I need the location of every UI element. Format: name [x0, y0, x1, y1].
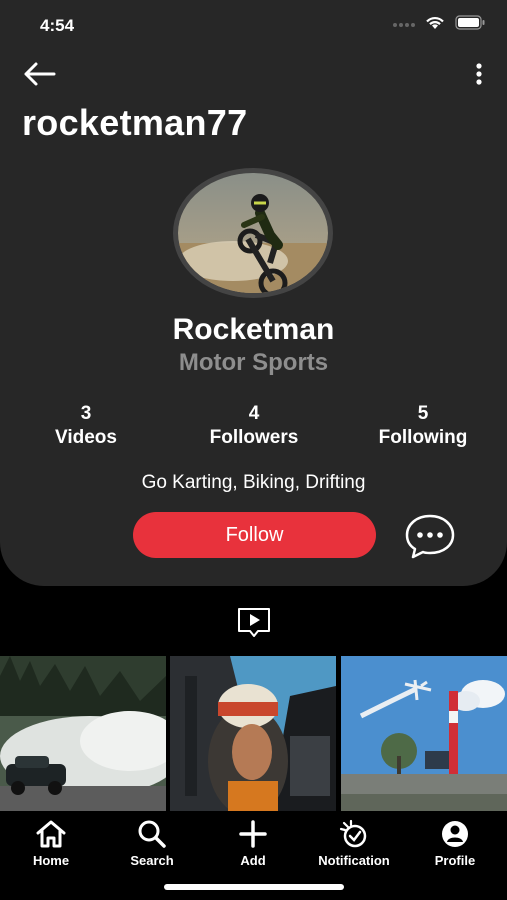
stat-value: 5: [417, 403, 429, 424]
nav-label: Home: [32, 853, 70, 868]
nav-label: Search: [130, 853, 174, 868]
video-tab-icon[interactable]: [236, 606, 272, 638]
status-time: 4:54: [40, 16, 75, 35]
notification-icon: [339, 819, 367, 848]
nav-item-profile[interactable]: Profile: [405, 819, 505, 868]
stat-following[interactable]: 5 Following: [353, 402, 493, 450]
stat-label: Videos: [55, 427, 117, 448]
search-icon: [138, 820, 166, 848]
status-icons: [393, 15, 485, 30]
profile-icon: [442, 821, 468, 847]
wifi-icon: [426, 17, 444, 29]
battery-icon: [455, 15, 485, 30]
stat-videos[interactable]: 3 Videos: [16, 402, 156, 450]
home-icon: [36, 820, 66, 848]
signal-icon: [393, 22, 415, 27]
nav-label: Add: [240, 853, 266, 868]
nav-label: Notification: [318, 853, 390, 868]
back-arrow-icon[interactable]: [22, 60, 56, 88]
stat-label: Followers: [209, 427, 299, 448]
profile-category: Motor Sports: [178, 349, 329, 376]
avatar: [173, 168, 333, 298]
status-bar: 4:54: [0, 0, 507, 50]
message-bubble-icon[interactable]: [404, 513, 456, 559]
profile-name: Rocketman: [172, 313, 335, 346]
video-thumbnail[interactable]: [170, 656, 336, 811]
stat-followers[interactable]: 4 Followers: [184, 402, 324, 450]
profile-bio: Go Karting, Biking, Drifting: [141, 472, 366, 493]
stat-value: 3: [80, 403, 92, 424]
nav-item-notification[interactable]: Notification: [304, 819, 404, 868]
nav-item-search[interactable]: Search: [102, 819, 202, 868]
plus-icon: [239, 820, 267, 848]
video-thumbnail[interactable]: [0, 656, 166, 811]
home-indicator[interactable]: [164, 884, 344, 890]
nav-item-home[interactable]: Home: [1, 819, 101, 868]
follow-button[interactable]: Follow: [133, 512, 376, 558]
nav-label: Profile: [434, 853, 476, 868]
video-thumbnail[interactable]: [341, 656, 507, 811]
stat-value: 4: [248, 403, 260, 424]
video-grid: [0, 656, 507, 811]
profile-username: rocketman77: [22, 102, 248, 143]
nav-item-add[interactable]: Add: [203, 819, 303, 868]
stat-label: Following: [378, 427, 468, 448]
more-options-icon[interactable]: [473, 62, 485, 86]
